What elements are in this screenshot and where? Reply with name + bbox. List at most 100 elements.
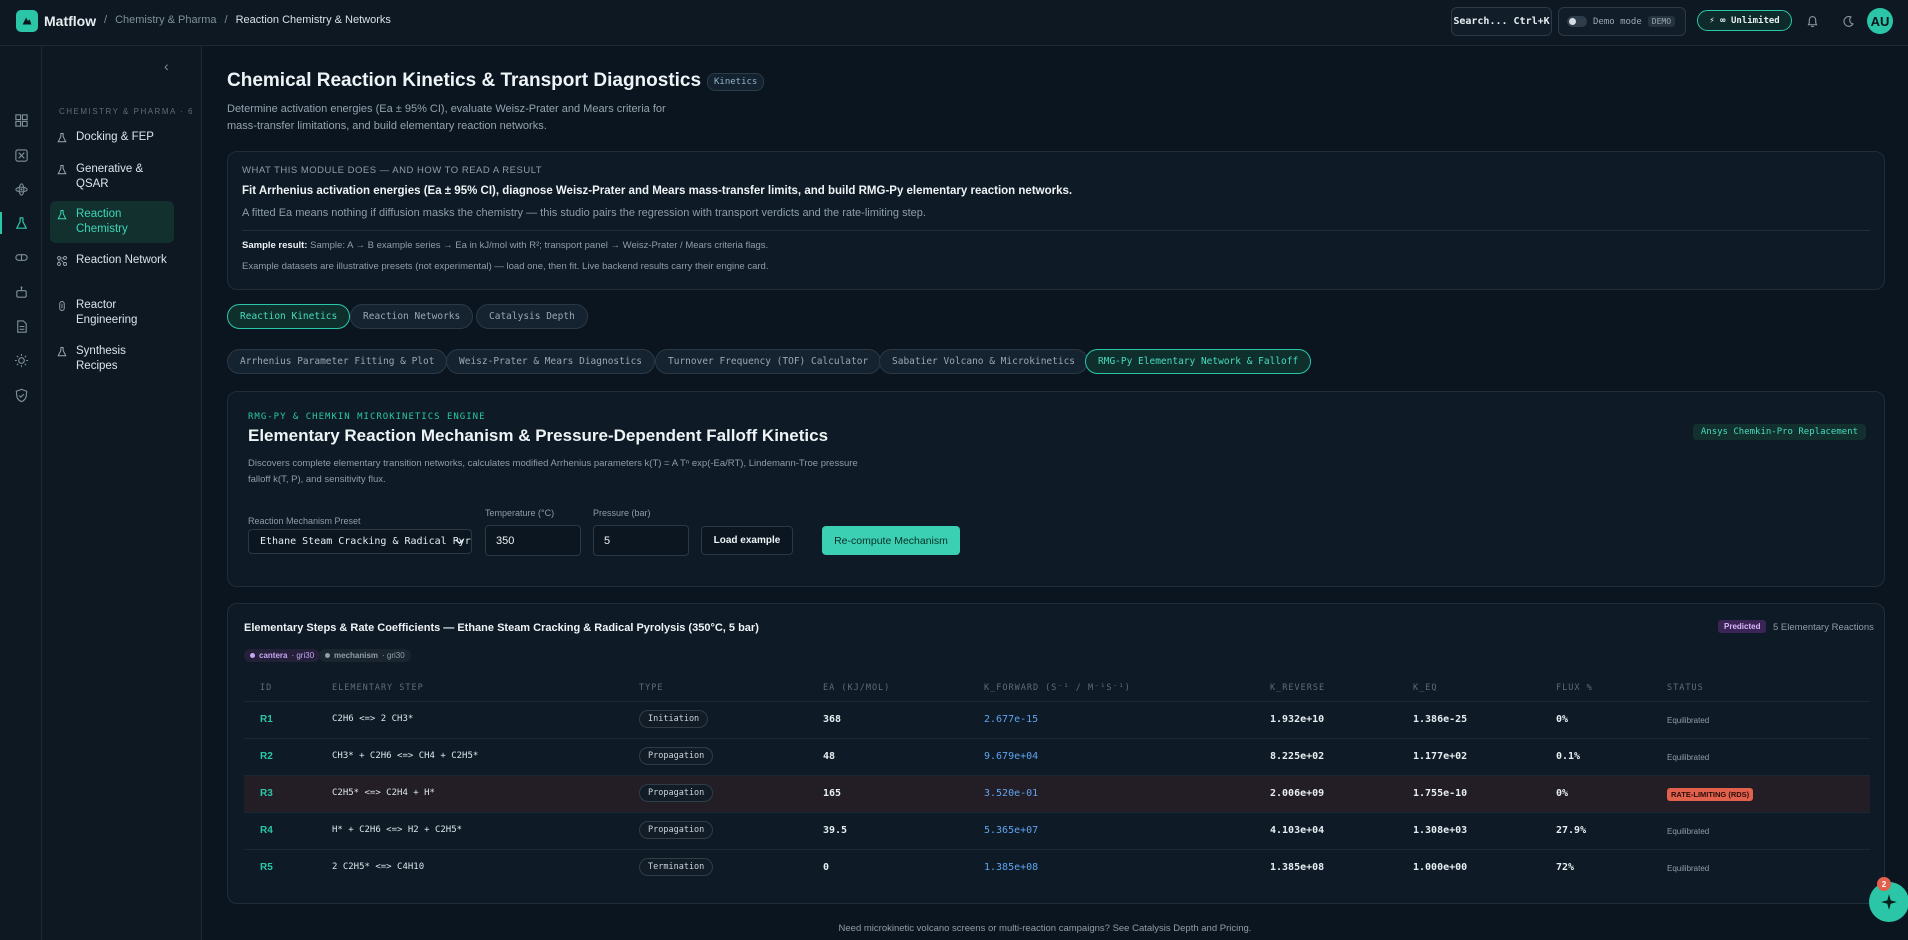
grid-icon[interactable] bbox=[13, 112, 29, 128]
row-id: R4 bbox=[260, 825, 273, 836]
tab-rmg-py[interactable]: RMG-Py Elementary Network & Falloff bbox=[1085, 349, 1312, 374]
row-k-forward: 5.365e+07 bbox=[984, 825, 1039, 836]
avatar[interactable]: AU bbox=[1867, 8, 1893, 34]
shield-icon[interactable] bbox=[13, 387, 29, 403]
tab-arrhenius[interactable]: Arrhenius Parameter Fitting & Plot bbox=[227, 349, 448, 374]
table-row[interactable]: R1 C2H6 <=> 2 CH3* Initiation 368 2.677e… bbox=[244, 701, 1870, 738]
column-header-k-eq: K_EQ bbox=[1413, 683, 1438, 693]
table-row-rds[interactable]: R3 C2H5* <=> C2H4 + H* Propagation 165 3… bbox=[244, 775, 1870, 812]
sidebar-item-reaction-network[interactable]: Reaction Network bbox=[50, 247, 174, 274]
row-flux: 27.9% bbox=[1556, 825, 1587, 836]
robot-icon[interactable] bbox=[13, 284, 29, 300]
sample-result-label: Sample result: bbox=[242, 240, 308, 251]
demo-mode-label: Demo mode bbox=[1593, 16, 1642, 27]
chip-name: cantera bbox=[259, 651, 288, 660]
breadcrumb: / Chemistry & Pharma / Reaction Chemistr… bbox=[104, 14, 391, 26]
tab-weisz-prater[interactable]: Weisz-Prater & Mears Diagnostics bbox=[446, 349, 656, 374]
row-id: R2 bbox=[260, 751, 273, 762]
sidebar-item-docking[interactable]: Docking & FEP bbox=[50, 124, 174, 151]
recompute-mechanism-button[interactable]: Re-compute Mechanism bbox=[822, 526, 960, 555]
engine-description: Discovers complete elementary transition… bbox=[248, 458, 858, 485]
app-logo-icon[interactable] bbox=[16, 10, 38, 32]
sidebar-item-synthesis-recipes[interactable]: Synthesis Recipes bbox=[50, 338, 174, 380]
sidebar-item-reactor-engineering[interactable]: Reactor Engineering bbox=[50, 292, 174, 334]
preset-value: Ethane Steam Cracking & Radical Pyrolysi… bbox=[260, 536, 471, 547]
row-status: Equilibrated bbox=[1667, 716, 1710, 725]
page-description: Determine activation energies (Ea ± 95% … bbox=[227, 103, 666, 132]
type-badge: Propagation bbox=[639, 821, 714, 839]
sidebar-item-label: Synthesis Recipes bbox=[76, 345, 126, 372]
row-flux: 0% bbox=[1556, 714, 1569, 725]
atom-icon[interactable] bbox=[13, 181, 29, 197]
materials-icon[interactable] bbox=[13, 147, 29, 163]
row-ea: 0 bbox=[823, 862, 830, 873]
column-header-status: STATUS bbox=[1667, 683, 1704, 693]
table-row[interactable]: R2 CH3* + C2H6 <=> CH4 + C2H5* Propagati… bbox=[244, 738, 1870, 775]
top-bar: Matflow / Chemistry & Pharma / Reaction … bbox=[0, 0, 1908, 46]
main-content: Chemical Reaction Kinetics & Transport D… bbox=[203, 46, 1908, 940]
rate-limiting-badge: RATE-LIMITING (RDS) bbox=[1667, 788, 1754, 801]
column-header-id: ID bbox=[260, 683, 273, 693]
row-k-eq: 1.755e-10 bbox=[1413, 788, 1468, 799]
demo-mode-toggle[interactable]: Demo mode DEMO bbox=[1558, 7, 1686, 36]
beaker-icon bbox=[57, 210, 67, 220]
tab-reaction-networks[interactable]: Reaction Networks bbox=[350, 304, 474, 329]
tab-tof-calculator[interactable]: Turnover Frequency (TOF) Calculator bbox=[655, 349, 882, 374]
sidebar-item-reaction-chemistry[interactable]: Reaction Chemistry bbox=[50, 201, 174, 243]
engine-card: RMG-PY & CHEMKIN MICROKINETICS ENGINE El… bbox=[227, 391, 1885, 587]
column-header-flux: FLUX % bbox=[1556, 683, 1593, 693]
chip-detail: · gri30 bbox=[291, 651, 315, 660]
pressure-label: Pressure (bar) bbox=[593, 508, 651, 518]
row-k-eq: 1.177e+02 bbox=[1413, 751, 1468, 762]
column-header-k-forward: K_FORWARD (S⁻¹ / M⁻¹S⁻¹) bbox=[984, 683, 1131, 693]
row-id: R5 bbox=[260, 862, 273, 873]
engine-title: Elementary Reaction Mechanism & Pressure… bbox=[248, 426, 829, 445]
type-badge: Propagation bbox=[639, 784, 714, 802]
sidebar-item-label: Reactor Engineering bbox=[76, 299, 138, 326]
table-row[interactable]: R4 H* + C2H6 <=> H2 + C2H5* Propagation … bbox=[244, 812, 1870, 849]
row-k-reverse: 1.385e+08 bbox=[1270, 862, 1325, 873]
network-icon bbox=[57, 256, 67, 266]
sparkle-icon bbox=[1881, 894, 1897, 910]
load-example-button[interactable]: Load example bbox=[701, 526, 793, 555]
document-icon[interactable] bbox=[13, 318, 29, 334]
sun-gear-icon[interactable] bbox=[13, 352, 29, 368]
status-dot bbox=[250, 653, 255, 658]
reactor-icon bbox=[59, 301, 65, 311]
breadcrumb-parent[interactable]: Chemistry & Pharma bbox=[115, 14, 216, 26]
table-row[interactable]: R5 2 C2H5* <=> C4H10 Termination 0 1.385… bbox=[244, 849, 1870, 886]
brand-name[interactable]: Matflow bbox=[44, 13, 96, 29]
collapse-chevron-icon[interactable]: ‹ bbox=[164, 58, 169, 74]
flask-icon bbox=[57, 165, 67, 175]
preset-label: Reaction Mechanism Preset bbox=[248, 516, 361, 526]
bell-icon[interactable] bbox=[1803, 12, 1821, 30]
row-k-forward: 1.385e+08 bbox=[984, 862, 1039, 873]
tab-sabatier-volcano[interactable]: Sabatier Volcano & Microkinetics bbox=[879, 349, 1089, 374]
nav-section-title: CHEMISTRY & PHARMA · 6 bbox=[59, 107, 194, 116]
preset-select[interactable]: Ethane Steam Cracking & Radical Pyrolysi… bbox=[248, 529, 472, 554]
search-button[interactable]: Search... Ctrl+K bbox=[1451, 7, 1552, 36]
engine-chip-cantera: cantera · gri30 bbox=[244, 649, 321, 662]
row-status: Equilibrated bbox=[1667, 864, 1710, 873]
row-ea: 48 bbox=[823, 751, 836, 762]
sidebar-item-generative[interactable]: Generative & QSAR bbox=[50, 156, 174, 198]
status-dot bbox=[325, 653, 330, 658]
breadcrumb-current: Reaction Chemistry & Networks bbox=[235, 14, 391, 26]
plan-badge[interactable]: ⚡ ∞ Unlimited bbox=[1697, 10, 1792, 31]
row-k-reverse: 1.932e+10 bbox=[1270, 714, 1325, 725]
row-step: 2 C2H5* <=> C4H10 bbox=[332, 862, 425, 872]
temperature-input[interactable]: 350 bbox=[485, 525, 581, 556]
flask-icon[interactable] bbox=[13, 215, 29, 231]
moon-icon[interactable] bbox=[1839, 12, 1857, 30]
pressure-input[interactable]: 5 bbox=[593, 525, 689, 556]
table-title: Elementary Steps & Rate Coefficients — E… bbox=[244, 622, 759, 634]
flask-icon bbox=[57, 347, 67, 357]
tab-reaction-kinetics[interactable]: Reaction Kinetics bbox=[227, 304, 351, 329]
pill-capsule-icon[interactable] bbox=[13, 249, 29, 265]
tab-catalysis-depth[interactable]: Catalysis Depth bbox=[476, 304, 588, 329]
rail-active-indicator bbox=[0, 212, 2, 234]
sidebar-item-label: Reaction Network bbox=[76, 254, 167, 266]
row-k-eq: 1.308e+03 bbox=[1413, 825, 1468, 836]
toggle-switch[interactable] bbox=[1567, 16, 1587, 27]
module-info-card: WHAT THIS MODULE DOES — AND HOW TO READ … bbox=[227, 151, 1885, 290]
